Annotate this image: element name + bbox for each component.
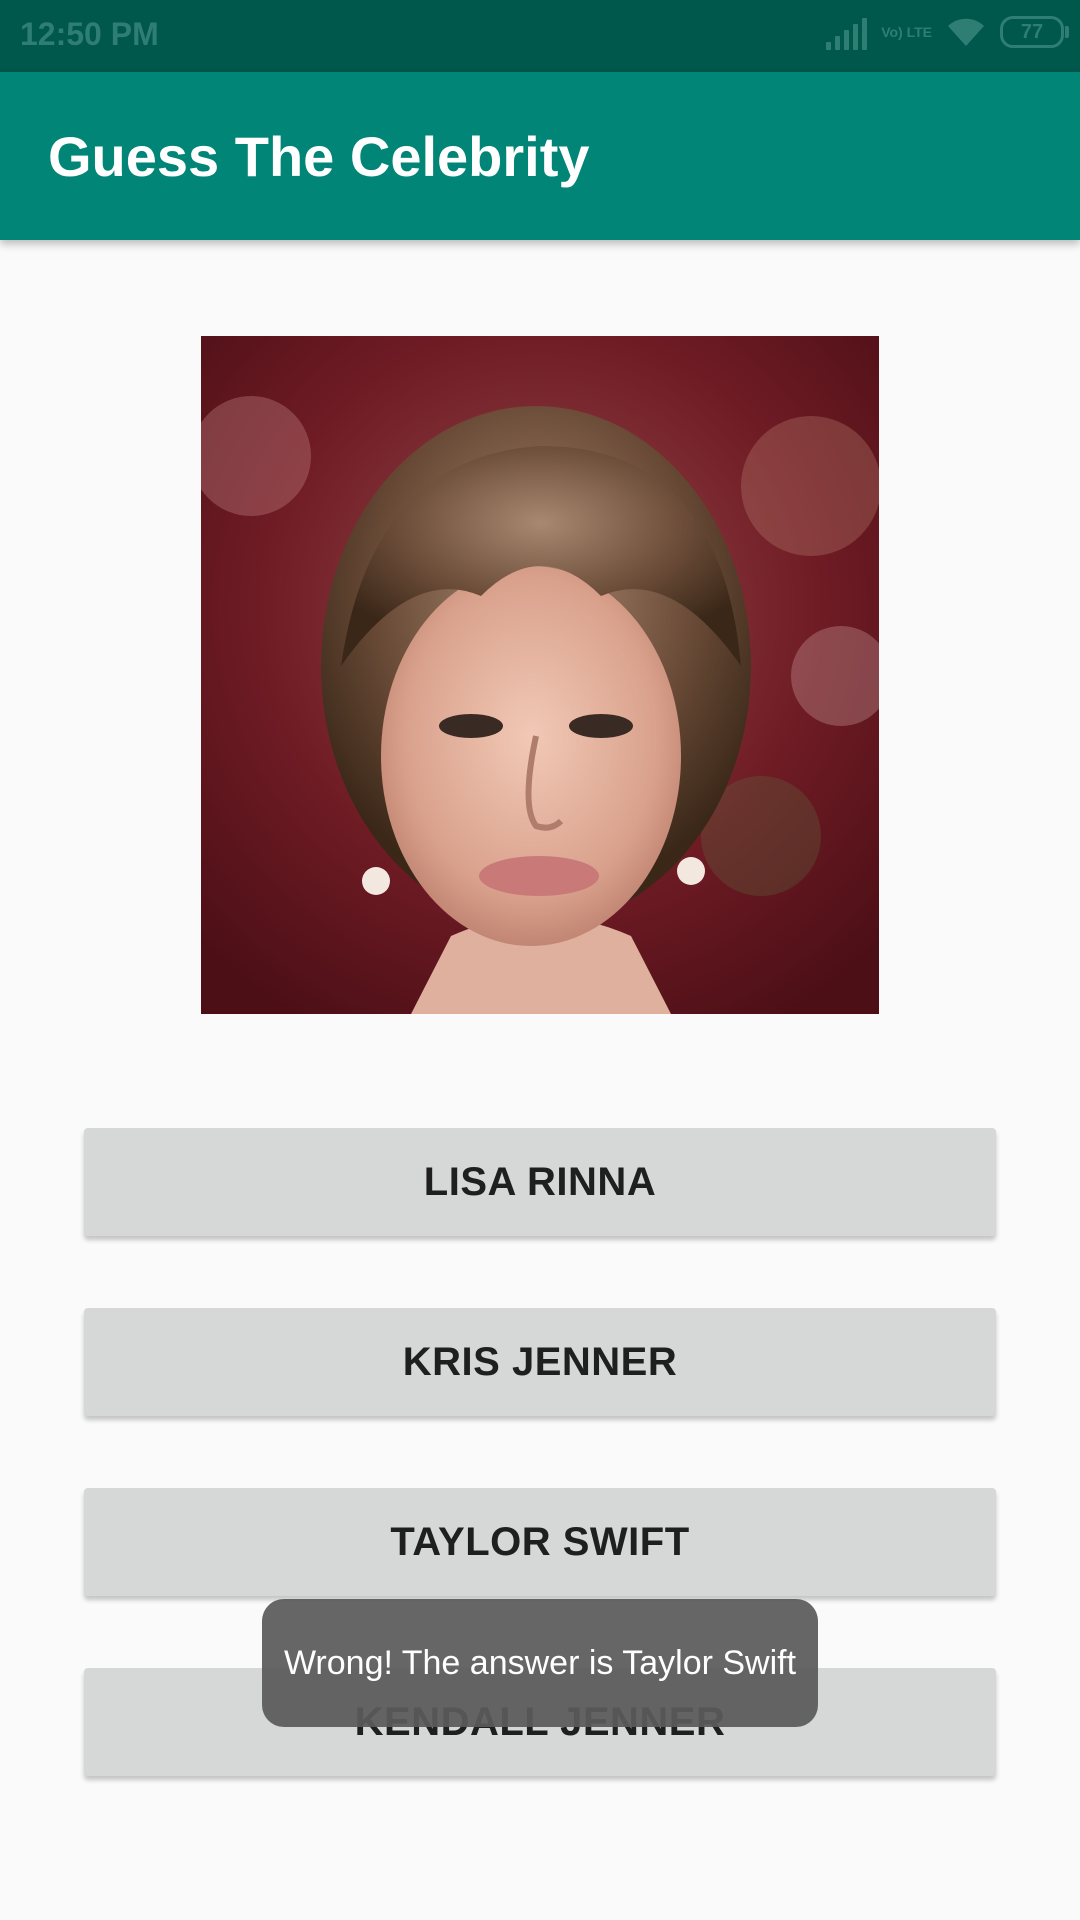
answer-button-1[interactable]: LISA RINNA [84,1128,996,1236]
status-bar: 12:50 PM Vo) LTE 77 [0,0,1080,72]
answer-button-2[interactable]: KRIS JENNER [84,1308,996,1416]
app-bar: Guess The Celebrity [0,72,1080,240]
status-time: 12:50 PM [20,16,159,52]
celebrity-image [201,336,879,1014]
signal-icon [826,14,868,50]
status-icons: Vo) LTE 77 [826,14,1069,50]
celebrity-portrait-icon [201,336,879,1014]
wifi-icon [948,18,984,46]
lte-icon: Vo) LTE [881,23,932,40]
answer-button-3[interactable]: TAYLOR SWIFT [84,1488,996,1596]
toast-message: Wrong! The answer is Taylor Swift [262,1599,818,1727]
battery-icon: 77 [1000,16,1069,48]
app-title: Guess The Celebrity [48,125,590,188]
